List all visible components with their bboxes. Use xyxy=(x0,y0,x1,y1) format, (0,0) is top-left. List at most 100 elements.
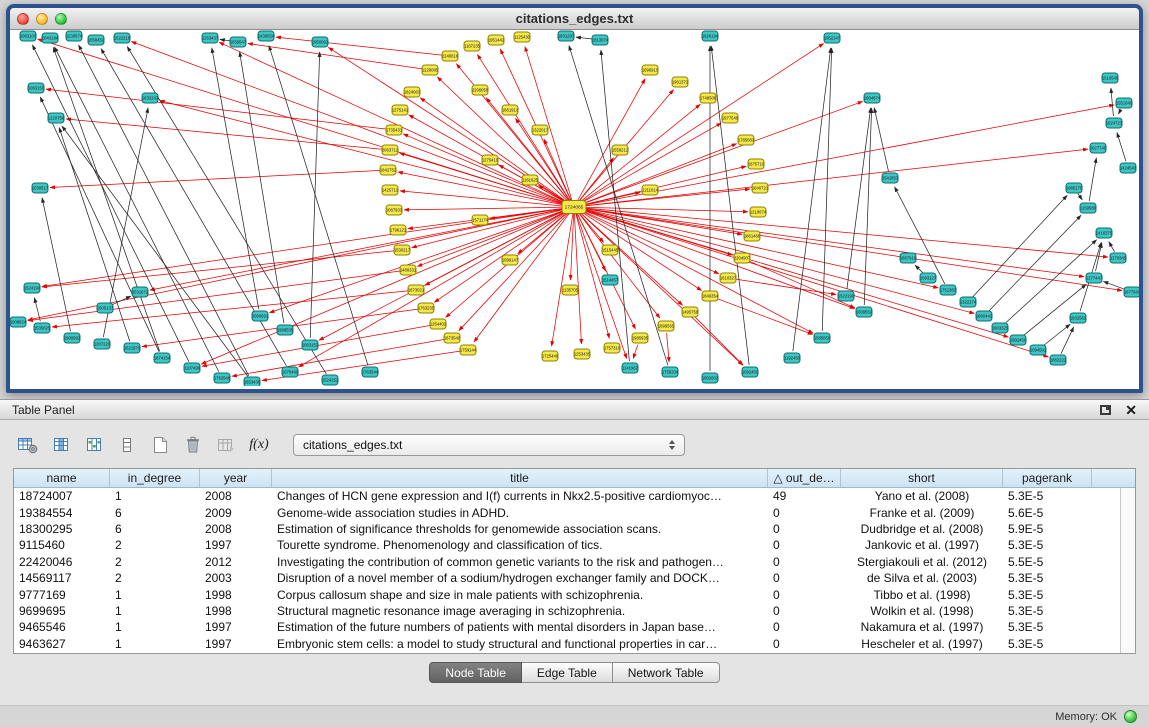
tab-edge-table[interactable]: Edge Table xyxy=(522,662,613,683)
network-node[interactable]: 1735431 xyxy=(386,125,403,135)
network-node[interactable]: 1875710 xyxy=(748,159,765,169)
network-node[interactable]: 1860442 xyxy=(976,311,993,321)
network-node[interactable]: 1187235 xyxy=(464,41,481,51)
table-row[interactable]: 2242004622012Investigating the contribut… xyxy=(14,554,1135,570)
network-node[interactable]: 1063150 xyxy=(28,83,45,93)
network-node[interactable]: 1270345 xyxy=(1110,253,1127,263)
close-window-icon[interactable] xyxy=(17,13,29,25)
network-node[interactable]: 1677680 xyxy=(1124,287,1139,297)
network-node[interactable]: 1961372 xyxy=(672,77,689,87)
network-node[interactable]: 1416375 xyxy=(1096,228,1113,238)
network-canvas[interactable]: 1724065182406312751411735431206371218427… xyxy=(10,30,1139,386)
function-builder-button[interactable]: f(x) xyxy=(245,432,273,458)
network-node[interactable]: 2206058 xyxy=(472,85,489,95)
network-node[interactable]: 1220756 xyxy=(48,113,65,123)
network-node[interactable]: 1093127 xyxy=(920,273,937,283)
network-node[interactable]: 1899565 xyxy=(658,321,675,331)
tab-network-table[interactable]: Network Table xyxy=(613,662,720,683)
table-row[interactable]: 911546021997Tourette syndrome. Phenomeno… xyxy=(14,537,1135,553)
network-node[interactable]: 1932562 xyxy=(1070,313,1087,323)
network-node[interactable]: 2204907 xyxy=(734,253,751,263)
network-node[interactable]: 1495758 xyxy=(682,307,699,317)
network-node[interactable]: 1159580 xyxy=(1080,203,1097,213)
network-node[interactable]: 1924723 xyxy=(1106,118,1123,128)
delete-table-button[interactable] xyxy=(179,432,207,458)
network-node[interactable]: 1673540 xyxy=(444,333,461,343)
network-node[interactable]: 1952147 xyxy=(824,33,841,43)
network-node[interactable]: 1858452 xyxy=(88,35,105,45)
network-node[interactable]: 1161625 xyxy=(522,175,539,185)
network-node[interactable]: 1226085 xyxy=(422,65,439,75)
column-header-short[interactable]: short xyxy=(841,469,1003,487)
network-node[interactable]: 1530217 xyxy=(394,245,411,255)
network-node[interactable]: 1094502 xyxy=(1030,345,1047,355)
network-node[interactable]: 1977548 xyxy=(722,113,739,123)
network-node[interactable]: 1763235 xyxy=(418,303,435,313)
network-node[interactable]: 1125430 xyxy=(514,32,531,42)
network-node[interactable]: 1480331 xyxy=(400,265,417,275)
network-node[interactable]: 1874154 xyxy=(154,353,171,363)
network-node[interactable]: 1632243 xyxy=(142,93,159,103)
network-node[interactable]: 1141962 xyxy=(622,363,639,373)
network-node[interactable]: 1724065 xyxy=(562,201,586,214)
network-window-titlebar[interactable]: citations_edges.txt xyxy=(10,8,1139,30)
zoom-window-icon[interactable] xyxy=(55,13,67,25)
column-header-out_degree[interactable]: △ out_de… xyxy=(768,469,841,487)
table-row[interactable]: 1830029562008Estimation of significance … xyxy=(14,521,1135,537)
network-node[interactable]: 2060691 xyxy=(252,311,269,321)
network-node[interactable]: 1558212 xyxy=(612,145,629,155)
network-node[interactable]: 1063103 xyxy=(20,31,37,41)
network-node[interactable]: 1802602 xyxy=(702,373,719,383)
network-node[interactable]: 1926194 xyxy=(702,31,719,41)
table-row[interactable]: 1938455462009Genome-wide association stu… xyxy=(14,504,1135,520)
network-node[interactable]: 1796121 xyxy=(390,225,407,235)
network-node[interactable]: 1813074 xyxy=(592,35,609,45)
network-node[interactable]: 1092450 xyxy=(742,367,759,377)
network-node[interactable]: 1859547 xyxy=(230,37,247,47)
network-node[interactable]: 1524152 xyxy=(322,375,339,385)
network-node[interactable]: 1610327 xyxy=(720,273,737,283)
network-node[interactable]: 2063712 xyxy=(382,145,399,155)
network-node[interactable]: 1063153 xyxy=(302,340,319,350)
network-node[interactable]: 1277447 xyxy=(1086,273,1103,283)
tab-node-table[interactable]: Node Table xyxy=(429,662,522,683)
network-node[interactable]: 1992450 xyxy=(1010,335,1027,345)
network-node[interactable]: 1522218 xyxy=(114,33,131,43)
table-row[interactable]: 946362711997Embryonic stem cells: a mode… xyxy=(14,636,1135,652)
table-row[interactable]: 977716911998Corpus callosum shape and si… xyxy=(14,586,1135,602)
network-node[interactable]: 1950062 xyxy=(312,37,329,47)
network-node[interactable]: 2030517 xyxy=(32,183,49,193)
network-node[interactable]: 1230574 xyxy=(66,31,83,41)
row-options-button[interactable] xyxy=(113,432,141,458)
table-vertical-scrollbar[interactable] xyxy=(1120,488,1135,653)
network-node[interactable]: 1903325 xyxy=(992,323,1009,333)
float-panel-icon[interactable] xyxy=(1100,405,1111,415)
network-node[interactable]: 1253435 xyxy=(574,349,591,359)
network-node[interactable]: 1985935 xyxy=(632,333,649,343)
network-node[interactable]: 1751363 xyxy=(940,285,957,295)
table-row[interactable]: 946554611997Estimation of the future num… xyxy=(14,619,1135,635)
network-node[interactable]: 1609552 xyxy=(856,307,873,317)
network-node[interactable]: 1531672 xyxy=(132,287,149,297)
network-node[interactable]: 1099147 xyxy=(502,255,519,265)
network-node[interactable]: 1571174 xyxy=(472,215,489,225)
network-node[interactable]: 1661913 xyxy=(502,105,519,115)
network-node[interactable]: 1882222 xyxy=(1050,355,1067,365)
network-node[interactable]: 1514457 xyxy=(602,275,619,285)
import-table-button[interactable] xyxy=(212,432,240,458)
network-node[interactable]: 1322174 xyxy=(960,297,977,307)
network-node[interactable]: 1087933 xyxy=(386,205,403,215)
network-node[interactable]: 1275419 xyxy=(482,155,499,165)
show-columns-button[interactable] xyxy=(47,432,75,458)
table-row[interactable]: 1456911722003Disruption of a novel membe… xyxy=(14,570,1135,586)
network-node[interactable]: 1524190 xyxy=(24,283,41,293)
network-node[interactable]: 1551040 xyxy=(1116,98,1133,108)
column-header-in_degree[interactable]: in_degree xyxy=(110,469,200,487)
network-node[interactable]: 1627745 xyxy=(1090,143,1107,153)
network-node[interactable]: 1424543 xyxy=(1120,163,1137,173)
network-node[interactable]: 2043184 xyxy=(42,33,59,43)
table-row[interactable]: 1872400712008Changes of HCN gene express… xyxy=(14,488,1135,504)
network-node[interactable]: 1873021 xyxy=(408,285,425,295)
network-graph[interactable]: 1724065182406312751411735431206371218427… xyxy=(10,30,1139,386)
network-node[interactable]: 1821979 xyxy=(124,343,141,353)
